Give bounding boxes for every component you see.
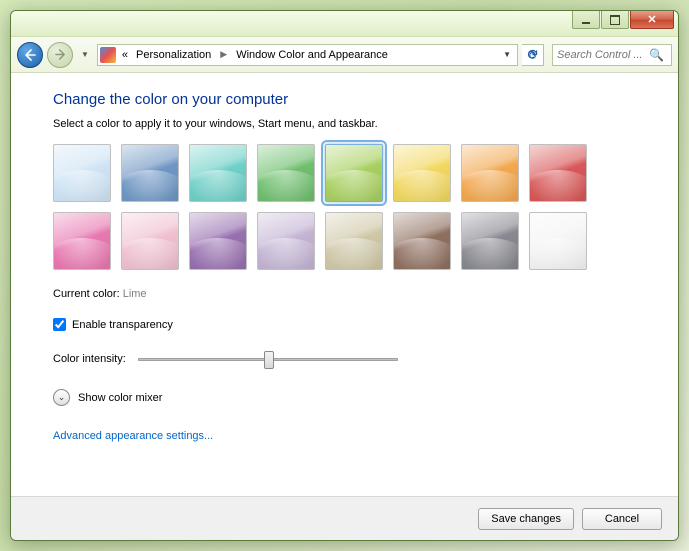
color-swatch-leaf[interactable] [257,144,315,202]
breadcrumb-window-color[interactable]: Window Color and Appearance [234,49,390,61]
color-swatch-frost[interactable] [529,212,587,270]
current-color-row: Current color: Lime [53,288,650,300]
footer: Save changes Cancel [11,496,678,540]
transparency-label: Enable transparency [72,319,173,331]
content-area: Change the color on your computer Select… [11,73,678,496]
search-input[interactable] [557,49,649,61]
current-color-label: Current color: [53,288,120,300]
address-dropdown-icon[interactable]: ▼ [499,50,515,59]
color-swatch-fuchsia[interactable] [53,212,111,270]
chevron-down-icon: ⌄ [53,389,70,406]
color-swatch-pumpkin[interactable] [461,144,519,202]
slider-thumb[interactable] [264,351,274,369]
color-swatch-ruby[interactable] [529,144,587,202]
color-swatch-blush[interactable] [121,212,179,270]
search-icon[interactable]: 🔍 [649,48,664,62]
color-swatch-grid [53,144,633,270]
search-box[interactable]: 🔍 [552,44,672,66]
color-swatch-sea[interactable] [189,144,247,202]
current-color-value: Lime [123,288,147,300]
intensity-row: Color intensity: [53,353,650,365]
color-swatch-sun[interactable] [393,144,451,202]
control-panel-icon [100,47,116,63]
cancel-button[interactable]: Cancel [582,508,662,530]
color-swatch-violet[interactable] [189,212,247,270]
advanced-settings-link[interactable]: Advanced appearance settings... [53,430,213,442]
chevron-right-icon: ▶ [217,49,230,60]
intensity-label: Color intensity: [53,353,126,365]
color-swatch-chocolate[interactable] [393,212,451,270]
maximize-button[interactable] [601,11,629,29]
color-swatch-lavender[interactable] [257,212,315,270]
address-bar[interactable]: « Personalization ▶ Window Color and App… [97,44,518,66]
save-button[interactable]: Save changes [478,508,574,530]
color-swatch-twilight[interactable] [121,144,179,202]
breadcrumb-prefix[interactable]: « [120,49,130,61]
arrow-right-icon [55,49,66,60]
page-title: Change the color on your computer [53,91,650,108]
color-mixer-label: Show color mixer [78,392,162,404]
transparency-checkbox[interactable] [53,318,66,331]
color-swatch-lime[interactable] [325,144,383,202]
refresh-button[interactable]: ⟳ [522,44,544,66]
page-subtitle: Select a color to apply it to your windo… [53,118,650,130]
control-panel-window: ✕ ▼ « Personalization ▶ Window Color and… [10,10,679,541]
color-swatch-sky[interactable] [53,144,111,202]
back-button[interactable] [17,42,43,68]
arrow-left-icon [24,49,36,61]
titlebar: ✕ [11,11,678,37]
forward-button[interactable] [47,42,73,68]
navigation-bar: ▼ « Personalization ▶ Window Color and A… [11,37,678,73]
history-dropdown-icon[interactable]: ▼ [77,50,93,59]
minimize-button[interactable] [572,11,600,29]
color-swatch-taupe[interactable] [325,212,383,270]
color-swatch-slate[interactable] [461,212,519,270]
breadcrumb-personalization[interactable]: Personalization [134,49,213,61]
color-mixer-expander[interactable]: ⌄ Show color mixer [53,389,650,406]
close-button[interactable]: ✕ [630,11,674,29]
intensity-slider[interactable] [138,358,398,361]
transparency-row[interactable]: Enable transparency [53,318,650,331]
